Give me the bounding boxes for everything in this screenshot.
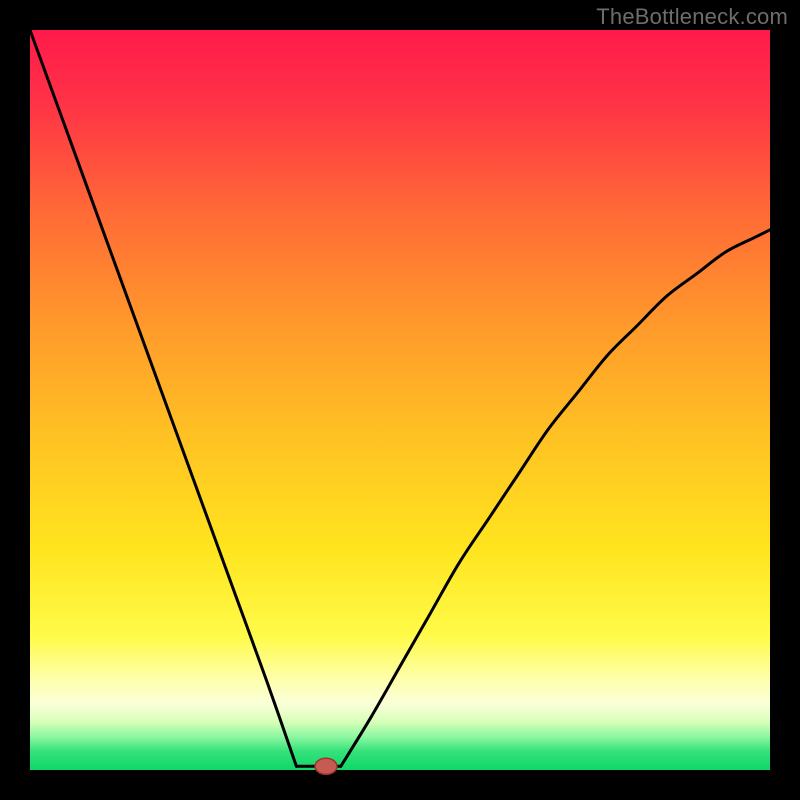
bottleneck-chart	[0, 0, 800, 800]
optimum-marker-icon	[315, 758, 337, 774]
watermark-text: TheBottleneck.com	[596, 4, 788, 30]
plot-gradient-background	[30, 30, 770, 770]
chart-stage: TheBottleneck.com	[0, 0, 800, 800]
